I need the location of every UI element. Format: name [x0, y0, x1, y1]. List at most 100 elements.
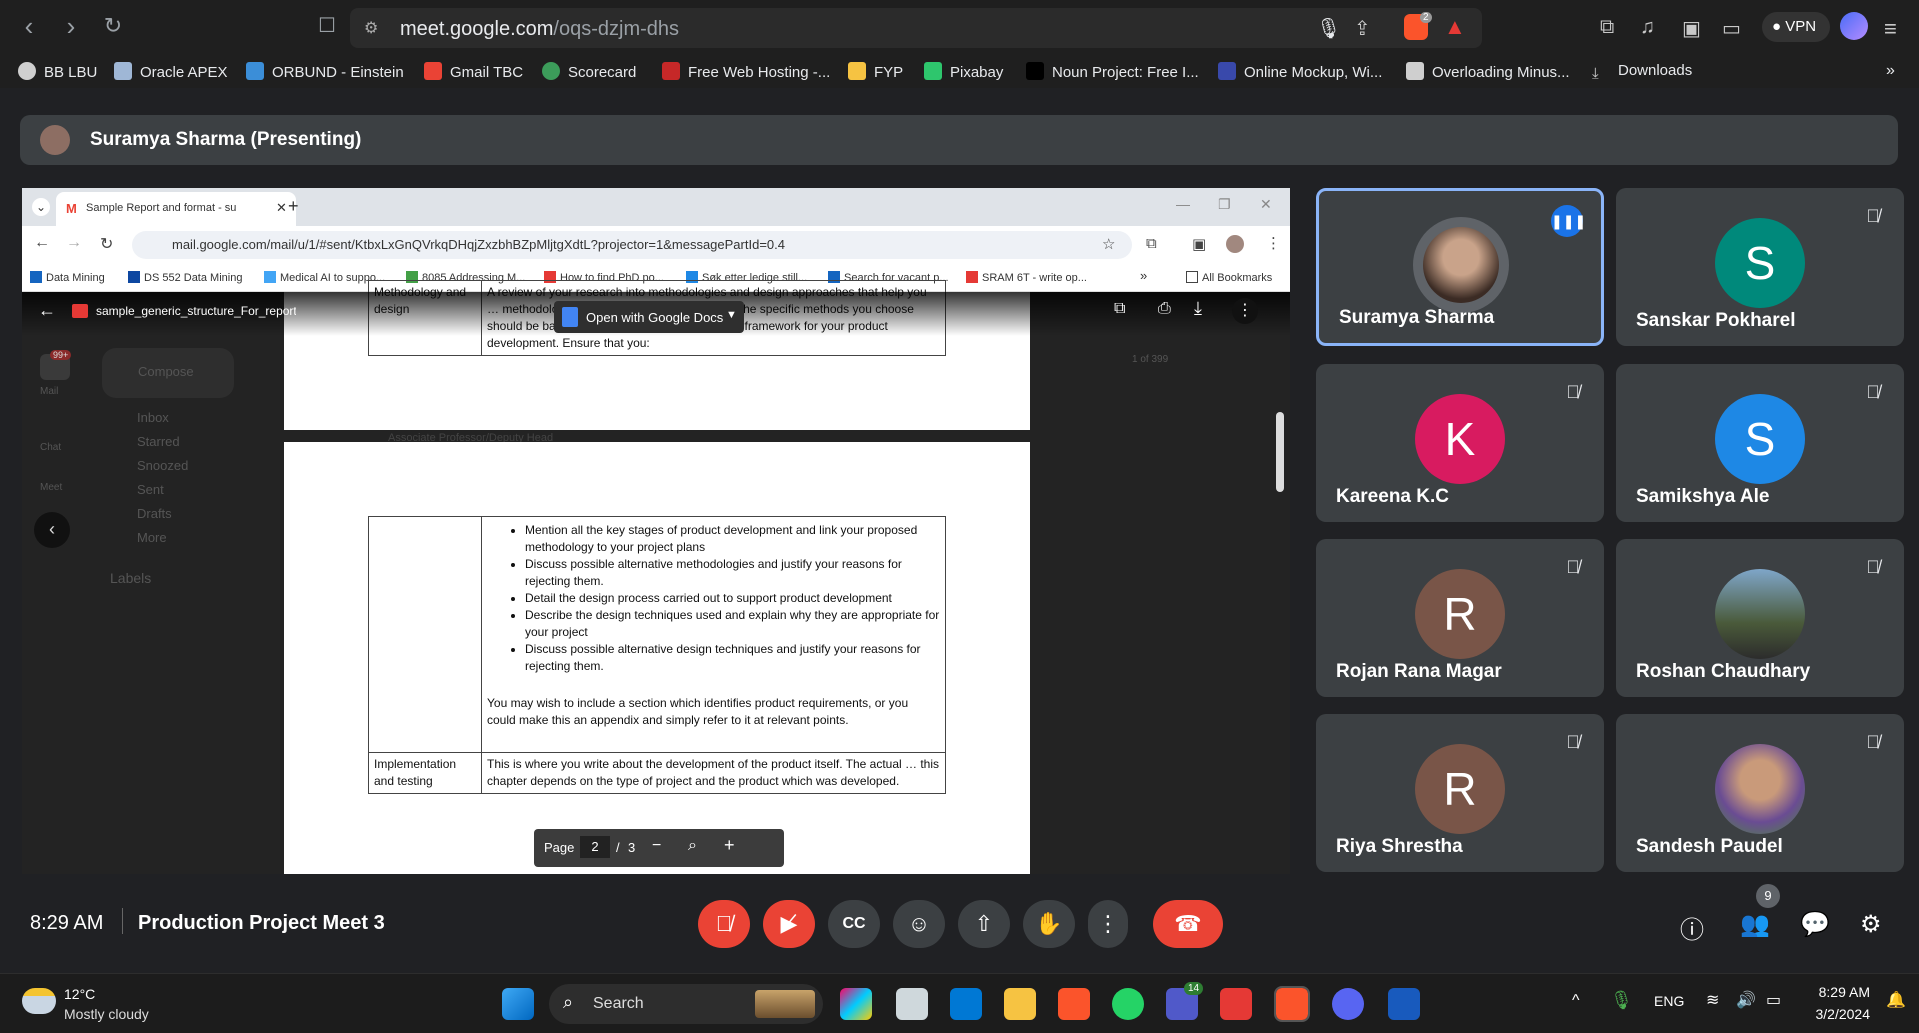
- participant-tile[interactable]: R 🎙̸ Rojan Rana Magar: [1316, 539, 1604, 697]
- nav-more[interactable]: More: [137, 530, 167, 545]
- close-tab-icon[interactable]: ✕: [276, 200, 287, 216]
- zoom-icon[interactable]: ⌕: [688, 837, 697, 855]
- more-bookmarks-icon[interactable]: »: [1140, 268, 1147, 283]
- reload-icon[interactable]: ↻: [98, 12, 128, 42]
- chat-label[interactable]: Chat: [40, 442, 61, 453]
- clock-time[interactable]: 8:29 AM: [1810, 984, 1870, 1000]
- info-icon[interactable]: ⓘ: [1680, 910, 1704, 945]
- new-tab-icon[interactable]: +: [288, 196, 299, 217]
- bookmark-item[interactable]: Free Web Hosting -...: [662, 62, 830, 81]
- share-icon[interactable]: ⇪: [1354, 16, 1371, 41]
- mic-off-button[interactable]: 🎙̸: [698, 900, 750, 948]
- nav-starred[interactable]: Starred: [137, 434, 180, 449]
- nav-sent[interactable]: Sent: [137, 482, 164, 497]
- outlook-icon[interactable]: [950, 988, 982, 1020]
- sidebar-icon[interactable]: ▣: [1192, 235, 1206, 253]
- brave-beta-icon[interactable]: [1220, 988, 1252, 1020]
- vpn-button[interactable]: ● VPN: [1762, 12, 1830, 42]
- battery-icon[interactable]: ▭: [1766, 990, 1781, 1010]
- participant-tile[interactable]: 🎙̸ Roshan Chaudhary: [1616, 539, 1904, 697]
- add-to-drive-icon[interactable]: ⧉: [1114, 300, 1125, 318]
- more-options-button[interactable]: ⋮: [1088, 900, 1128, 948]
- minimize-icon[interactable]: —: [1176, 196, 1190, 212]
- bookmark-item[interactable]: DS 552 Data Mining: [128, 271, 242, 284]
- copilot-icon[interactable]: [840, 988, 872, 1020]
- participant-tile[interactable]: S 🎙̸ Sanskar Pokharel: [1616, 188, 1904, 346]
- participant-tile[interactable]: K 🎙̸ Kareena K.C: [1316, 364, 1604, 522]
- address-bar[interactable]: ⚙ meet.google.com/oqs-dzjm-dhs 🎙 ⇪ 2 ▲: [350, 8, 1482, 48]
- menu-icon[interactable]: ⋮: [1266, 234, 1281, 252]
- bookmark-item[interactable]: Pixabay: [924, 62, 1003, 81]
- bookmark-item[interactable]: FYP: [848, 62, 903, 81]
- brave-icon[interactable]: [1058, 988, 1090, 1020]
- prev-attachment-button[interactable]: ‹: [34, 512, 70, 548]
- star-icon[interactable]: ☆: [1102, 235, 1115, 253]
- word-icon[interactable]: [1388, 988, 1420, 1020]
- bookmark-item[interactable]: ⤓ Downloads: [1592, 62, 1692, 83]
- camera-off-button[interactable]: ▶̸: [763, 900, 815, 948]
- more-options-icon[interactable]: ⋮: [1232, 298, 1258, 324]
- zoom-in-icon[interactable]: +: [724, 835, 735, 856]
- open-with-docs-button[interactable]: Open with Google Docs ▼: [554, 301, 744, 333]
- language-indicator[interactable]: ENG: [1654, 993, 1684, 1009]
- brave-active-icon[interactable]: [1274, 986, 1310, 1022]
- brave-rewards-icon[interactable]: ▲: [1444, 14, 1466, 40]
- captions-button[interactable]: CC: [828, 900, 880, 948]
- scrollbar-thumb[interactable]: [1276, 412, 1284, 492]
- raise-hand-button[interactable]: ✋: [1023, 900, 1075, 948]
- media-icon[interactable]: ♫: [1640, 16, 1655, 39]
- extensions-icon[interactable]: ⧉: [1600, 16, 1614, 39]
- forward-icon[interactable]: →: [66, 234, 82, 252]
- bookmark-item[interactable]: BB LBU: [18, 62, 97, 81]
- wifi-icon[interactable]: ≋: [1706, 990, 1719, 1010]
- bookmark-item[interactable]: Overloading Minus...: [1406, 62, 1570, 81]
- task-view-icon[interactable]: [896, 988, 928, 1020]
- forward-icon[interactable]: ›: [56, 12, 86, 42]
- start-icon[interactable]: [502, 988, 534, 1020]
- bookmark-item[interactable]: SRAM 6T - write op...: [966, 271, 1087, 284]
- participant-tile[interactable]: S 🎙̸ Samikshya Ale: [1616, 364, 1904, 522]
- activities-icon[interactable]: ⚙: [1860, 910, 1882, 939]
- chat-icon[interactable]: 💬: [1800, 910, 1830, 939]
- reload-icon[interactable]: ↻: [100, 234, 113, 254]
- people-icon[interactable]: 👥: [1740, 910, 1770, 939]
- notification-icon[interactable]: 🔔: [1886, 990, 1906, 1010]
- meet-label[interactable]: Meet: [40, 482, 62, 493]
- all-bookmarks[interactable]: All Bookmarks: [1186, 271, 1272, 284]
- nav-drafts[interactable]: Drafts: [137, 506, 172, 521]
- chevron-up-icon[interactable]: ^: [1572, 992, 1580, 1010]
- search-box[interactable]: ⌕ Search: [549, 984, 823, 1024]
- back-arrow-icon[interactable]: ←: [38, 300, 56, 321]
- whatsapp-icon[interactable]: [1112, 988, 1144, 1020]
- profile-avatar[interactable]: [1840, 12, 1868, 40]
- bookmark-item[interactable]: Oracle APEX: [114, 62, 228, 81]
- nav-inbox[interactable]: Inbox: [137, 410, 169, 425]
- menu-icon[interactable]: ≡: [1884, 16, 1897, 42]
- bookmark-item[interactable]: Noun Project: Free I...: [1026, 62, 1199, 81]
- extensions-icon[interactable]: ⧉: [1146, 235, 1157, 252]
- close-window-icon[interactable]: ✕: [1260, 196, 1272, 213]
- file-explorer-icon[interactable]: [1004, 988, 1036, 1020]
- page-number-input[interactable]: 2: [580, 836, 610, 858]
- present-button[interactable]: ⇧: [958, 900, 1010, 948]
- bookmark-item[interactable]: ORBUND - Einstein: [246, 62, 404, 81]
- bookmark-item[interactable]: Online Mockup, Wi...: [1218, 62, 1382, 81]
- leave-call-button[interactable]: ☎: [1153, 900, 1223, 948]
- participant-tile[interactable]: ❚❚❚ Suramya Sharma: [1316, 188, 1604, 346]
- bookmark-item[interactable]: Medical AI to suppo...: [264, 271, 385, 284]
- nav-snoozed[interactable]: Snoozed: [137, 458, 188, 473]
- mic-icon[interactable]: 🎙: [1610, 990, 1633, 1011]
- weather-icon[interactable]: [22, 988, 56, 1014]
- participant-tile[interactable]: R 🎙̸ Riya Shrestha: [1316, 714, 1604, 872]
- emoji-button[interactable]: ☺: [893, 900, 945, 948]
- more-bookmarks-icon[interactable]: »: [1886, 62, 1895, 80]
- bookmark-item[interactable]: Gmail TBC: [424, 62, 523, 81]
- clock-date[interactable]: 3/2/2024: [1802, 1006, 1871, 1022]
- volume-icon[interactable]: 🔊: [1736, 990, 1756, 1010]
- sidebar-icon[interactable]: ▣: [1682, 16, 1701, 41]
- back-icon[interactable]: ‹: [14, 12, 44, 42]
- discord-icon[interactable]: [1332, 988, 1364, 1020]
- wallet-icon[interactable]: ▭: [1722, 16, 1741, 41]
- profile-avatar[interactable]: [1226, 235, 1244, 253]
- bookmark-icon[interactable]: ☐: [312, 12, 342, 42]
